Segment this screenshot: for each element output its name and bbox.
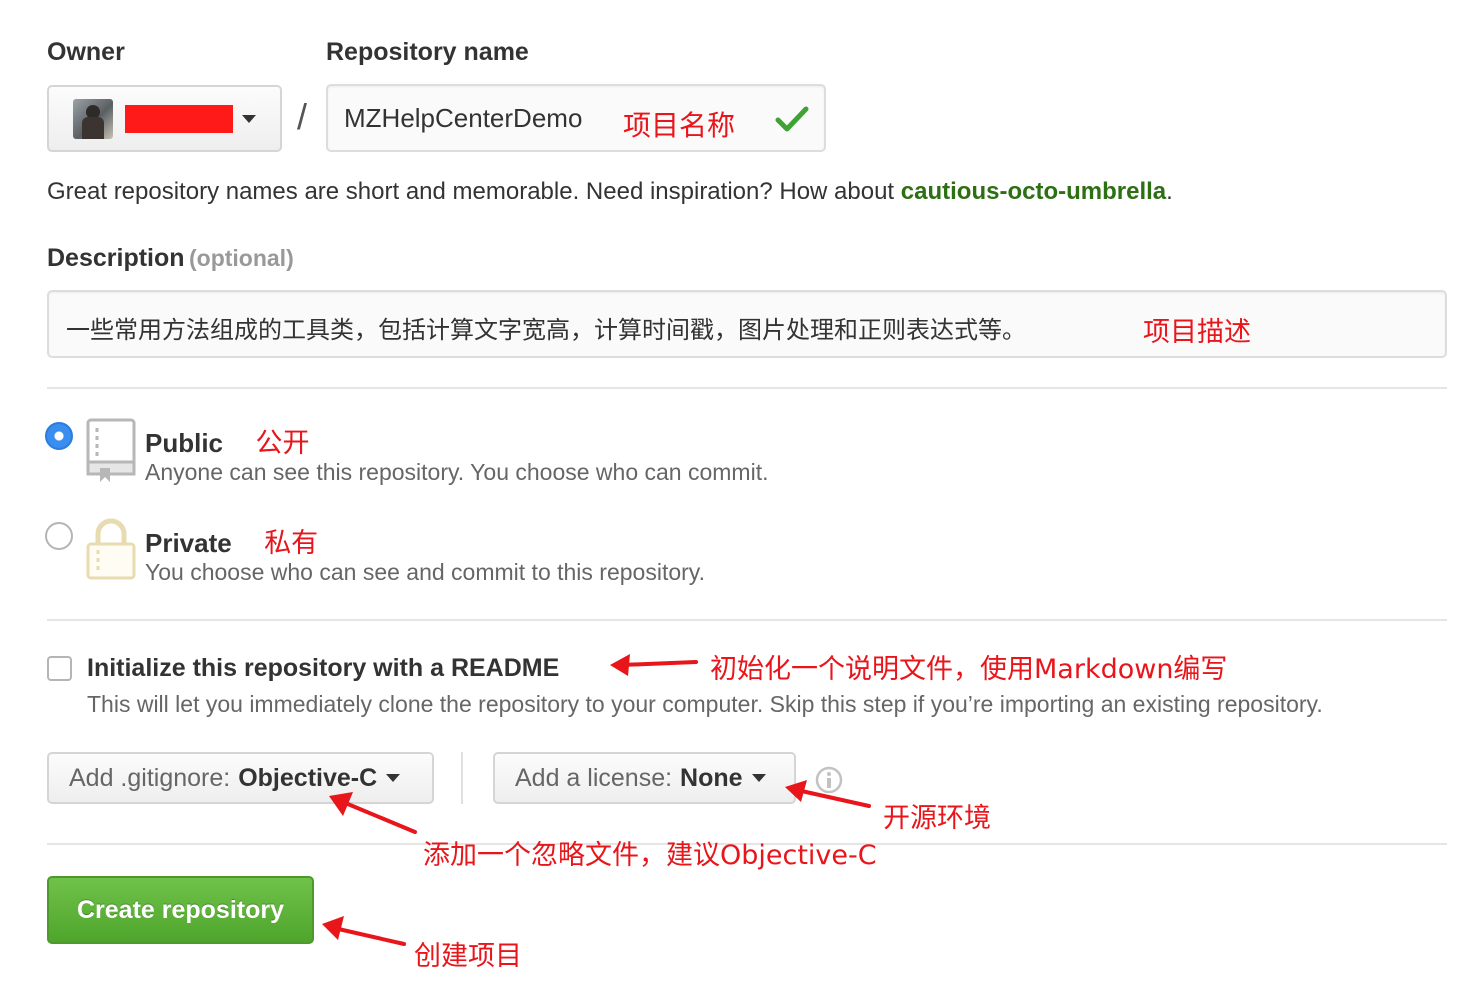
suggested-name-link[interactable]: cautious-octo-umbrella bbox=[901, 178, 1166, 205]
readme-title: Initialize this repository with a README bbox=[87, 654, 560, 682]
readme-description: This will let you immediately clone the … bbox=[87, 691, 1323, 717]
owner-avatar bbox=[73, 98, 113, 139]
public-annotation: 公开 bbox=[255, 428, 310, 459]
arrow-left-icon bbox=[322, 916, 406, 946]
gitignore-value: Objective-C bbox=[238, 763, 378, 792]
gitignore-prefix: Add .gitignore: bbox=[69, 763, 231, 792]
public-description: Anyone can see this repository. You choo… bbox=[145, 459, 769, 485]
arrow-up-left-icon bbox=[329, 792, 417, 834]
chevron-down-icon bbox=[242, 114, 256, 123]
public-title-row: Public 公开 bbox=[145, 421, 309, 460]
public-title: Public bbox=[145, 428, 224, 458]
public-radio[interactable] bbox=[45, 422, 73, 450]
readme-checkbox[interactable] bbox=[47, 656, 72, 681]
arrow-left-icon bbox=[610, 654, 698, 676]
license-prefix: Add a license: bbox=[515, 763, 673, 792]
private-description: You choose who can see and commit to thi… bbox=[145, 559, 705, 585]
name-suggestion: Great repository names are short and mem… bbox=[47, 178, 1173, 206]
owner-label: Owner bbox=[47, 38, 125, 66]
suggestion-prefix: Great repository names are short and mem… bbox=[47, 178, 901, 205]
repo-name-value: MZHelpCenterDemo bbox=[344, 103, 583, 133]
description-annotation: 项目描述 bbox=[1143, 317, 1251, 348]
description-label-row: Description (optional) bbox=[47, 244, 294, 273]
readme-annotation: 初始化一个说明文件，使用Markdown编写 bbox=[710, 654, 1228, 685]
private-title-row: Private 私有 bbox=[145, 521, 318, 560]
license-value: None bbox=[680, 763, 743, 792]
description-value: 一些常用方法组成的工具类，包括计算文字宽高，计算时间戳，图片处理和正则表达式等。 bbox=[66, 316, 1026, 344]
repo-name-annotation: 项目名称 bbox=[623, 109, 736, 142]
checkmark-icon bbox=[775, 106, 809, 132]
private-title: Private bbox=[145, 528, 232, 558]
create-repository-button[interactable]: Create repository bbox=[47, 876, 314, 944]
description-input[interactable]: 一些常用方法组成的工具类，包括计算文字宽高，计算时间戳，图片处理和正则表达式等。… bbox=[47, 290, 1447, 358]
dropdown-separator bbox=[461, 752, 463, 804]
create-repository-label: Create repository bbox=[76, 895, 285, 924]
license-annotation: 开源环境 bbox=[883, 803, 991, 834]
private-radio[interactable] bbox=[45, 522, 73, 550]
owner-dropdown[interactable] bbox=[47, 85, 282, 152]
description-label: Description bbox=[47, 244, 185, 272]
suggestion-suffix: . bbox=[1166, 178, 1173, 205]
license-dropdown[interactable]: Add a license: None bbox=[493, 752, 796, 804]
divider-middle bbox=[47, 619, 1447, 621]
create-annotation: 创建项目 bbox=[414, 941, 522, 972]
repo-book-icon bbox=[86, 418, 136, 482]
arrow-left-icon bbox=[785, 780, 871, 808]
repo-name-label: Repository name bbox=[326, 38, 529, 66]
chevron-down-icon bbox=[751, 774, 766, 782]
divider-top bbox=[47, 387, 1447, 389]
private-annotation: 私有 bbox=[264, 528, 319, 559]
gitignore-annotation: 添加一个忽略文件，建议Objective-C bbox=[423, 840, 877, 871]
lock-icon bbox=[86, 518, 136, 580]
owner-repo-separator: / bbox=[297, 96, 308, 137]
owner-name-redacted bbox=[125, 104, 233, 133]
repo-name-input[interactable]: MZHelpCenterDemo 项目名称 bbox=[326, 84, 826, 152]
description-optional: (optional) bbox=[188, 245, 294, 271]
chevron-down-icon bbox=[386, 774, 401, 782]
